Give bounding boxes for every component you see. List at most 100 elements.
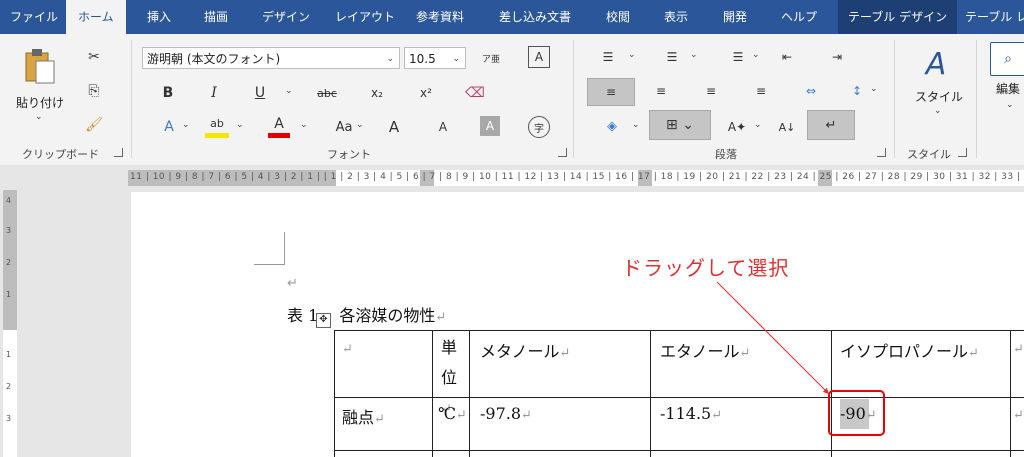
- table-caption[interactable]: 表 1 各溶媒の物性↵: [287, 302, 446, 326]
- tab-review[interactable]: 校閲: [606, 0, 630, 34]
- tab-home[interactable]: ホーム: [66, 0, 126, 34]
- vertical-ruler[interactable]: 4 3 2 1 1 2 3: [3, 190, 17, 457]
- cell-end-mark: ↵: [968, 346, 979, 361]
- copy-icon[interactable]: ⎘: [82, 80, 106, 102]
- table-header-methanol[interactable]: メタノール↵: [480, 338, 570, 362]
- tab-file[interactable]: ファイル: [10, 0, 58, 34]
- distribute-icon[interactable]: ⇔: [800, 80, 822, 102]
- table-border: [334, 397, 1024, 398]
- grow-font-icon[interactable]: A: [383, 116, 405, 138]
- decrease-indent-icon[interactable]: ⇤: [776, 46, 798, 68]
- tab-table-design[interactable]: テーブル デザイン: [838, 0, 958, 34]
- change-case-dropdown-icon[interactable]: ⌄: [356, 120, 364, 130]
- shrink-font-icon[interactable]: A: [432, 116, 454, 138]
- bullets-icon[interactable]: ☰: [596, 46, 620, 68]
- asian-layout-dropdown-icon[interactable]: ⌄: [754, 120, 762, 130]
- borders-icon[interactable]: ⊞ ⌄: [649, 110, 711, 140]
- table-header-ethanol[interactable]: エタノール↵: [660, 338, 750, 362]
- cut-icon[interactable]: ✂: [82, 46, 106, 68]
- font-color-dropdown-icon[interactable]: ⌄: [300, 120, 308, 130]
- chevron-down-icon: ⌄: [452, 54, 460, 64]
- tab-mailings[interactable]: 差し込み文書: [499, 0, 571, 34]
- align-center-icon[interactable]: ≡: [650, 80, 672, 102]
- asian-layout-icon[interactable]: A✦: [724, 116, 750, 138]
- highlight-dropdown-icon[interactable]: ⌄: [236, 120, 244, 130]
- header-isopropanol-text: イソプロパノール: [840, 342, 969, 361]
- tab-draw[interactable]: 描画: [204, 0, 228, 34]
- tab-design[interactable]: デザイン: [262, 0, 310, 34]
- italic-icon[interactable]: I: [204, 82, 224, 104]
- multilevel-list-icon[interactable]: ☰: [726, 46, 750, 68]
- underline-dropdown-icon[interactable]: ⌄: [285, 86, 293, 96]
- numbering-icon[interactable]: ☰: [660, 46, 684, 68]
- styles-dropdown-icon[interactable]: ⌄: [934, 106, 942, 116]
- line-spacing-dropdown-icon[interactable]: ⌄: [870, 84, 878, 94]
- increase-indent-icon[interactable]: ⇥: [826, 46, 848, 68]
- paste-button[interactable]: [18, 44, 62, 88]
- align-left-icon[interactable]: ≡: [587, 78, 635, 106]
- tab-insert[interactable]: 挿入: [147, 0, 171, 34]
- multilevel-dropdown-icon[interactable]: ⌄: [752, 50, 760, 60]
- line-spacing-icon[interactable]: ↕: [846, 80, 868, 102]
- change-case-icon[interactable]: Aa: [332, 116, 356, 138]
- paragraph-launcher-icon[interactable]: [877, 148, 886, 157]
- header-ethanol-text: エタノール: [660, 342, 740, 361]
- subscript-icon[interactable]: x₂: [366, 82, 388, 104]
- text-effects-dropdown-icon[interactable]: ⌄: [182, 120, 190, 130]
- superscript-icon[interactable]: x²: [415, 82, 437, 104]
- char-border-icon[interactable]: A: [528, 46, 550, 68]
- shading-dropdown-icon[interactable]: ⌄: [632, 120, 640, 130]
- editing-label[interactable]: 編集: [996, 80, 1020, 97]
- underline-icon[interactable]: U: [250, 82, 270, 104]
- clipboard-icon: [25, 49, 55, 84]
- phonetic-guide-icon[interactable]: ア亜: [480, 46, 502, 70]
- format-painter-icon[interactable]: 🖌: [82, 114, 106, 136]
- shading-icon[interactable]: ◈: [600, 114, 624, 138]
- bullets-dropdown-icon[interactable]: ⌄: [628, 50, 636, 60]
- numbering-dropdown-icon[interactable]: ⌄: [690, 50, 698, 60]
- table-cell-ethanol[interactable]: -114.5↵: [660, 404, 722, 423]
- highlight-icon[interactable]: ab: [205, 114, 229, 138]
- sort-icon[interactable]: A↓: [776, 116, 798, 138]
- search-icon[interactable]: ⌕: [990, 42, 1024, 76]
- clear-formatting-icon[interactable]: ⌫: [464, 82, 486, 104]
- strikethrough-icon[interactable]: abc: [313, 82, 341, 104]
- table-header-isopropanol[interactable]: イソプロパノール↵: [840, 338, 979, 362]
- show-marks-icon[interactable]: ↵: [807, 110, 855, 140]
- table-cell-property[interactable]: 融点↵: [342, 404, 385, 428]
- separator: [573, 40, 574, 158]
- char-shading-icon[interactable]: A: [480, 116, 500, 136]
- font-color-icon[interactable]: A: [268, 114, 290, 138]
- chevron-down-icon: ⌄: [386, 54, 394, 64]
- cell-end-mark: ↵: [711, 408, 723, 423]
- tab-layout[interactable]: レイアウト: [335, 0, 395, 34]
- paragraph-group-label: 段落: [715, 148, 737, 161]
- paste-dropdown-icon[interactable]: ⌄: [35, 112, 43, 122]
- table-move-handle-icon[interactable]: ✥: [316, 313, 331, 328]
- styles-launcher-icon[interactable]: [958, 148, 967, 157]
- horizontal-ruler[interactable]: 11 | 10 | 9 | 8 | 7 | 6 | 5 | 4 | 3 | 2 …: [128, 170, 1024, 186]
- text-effects-icon[interactable]: A: [158, 116, 180, 138]
- styles-button-label[interactable]: スタイル: [915, 88, 963, 105]
- bold-icon[interactable]: B: [158, 82, 178, 104]
- tab-references[interactable]: 参考資料: [416, 0, 464, 34]
- font-launcher-icon[interactable]: [558, 148, 567, 157]
- justify-icon[interactable]: ≡: [750, 80, 772, 102]
- caption-text: 各溶媒の物性: [339, 306, 436, 325]
- enclose-chars-icon[interactable]: 字: [528, 116, 550, 138]
- editing-dropdown-icon[interactable]: ⌄: [1006, 100, 1014, 110]
- table-cell-methanol[interactable]: -97.8↵: [480, 404, 532, 423]
- ribbon-tab-bar: ファイル ホーム 挿入 描画 デザイン レイアウト 参考資料 差し込み文書 校閲…: [0, 0, 1024, 34]
- table-cell-corner[interactable]: ↵: [342, 338, 353, 357]
- tab-table-layout[interactable]: テーブル レイ: [965, 0, 1024, 34]
- tab-view[interactable]: 表示: [664, 0, 688, 34]
- annotation-text: ドラッグして選択: [622, 256, 790, 280]
- styles-icon[interactable]: A: [916, 44, 956, 84]
- table-cell-unit[interactable]: ℃↵: [438, 404, 467, 423]
- font-name-combo[interactable]: 游明朝 (本文のフォント) ⌄: [142, 47, 400, 69]
- align-right-icon[interactable]: ≡: [700, 80, 722, 102]
- font-size-combo[interactable]: 10.5 ⌄: [404, 47, 466, 69]
- clipboard-launcher-icon[interactable]: [114, 148, 123, 157]
- tab-developer[interactable]: 開発: [723, 0, 747, 34]
- tab-help[interactable]: ヘルプ: [781, 0, 817, 34]
